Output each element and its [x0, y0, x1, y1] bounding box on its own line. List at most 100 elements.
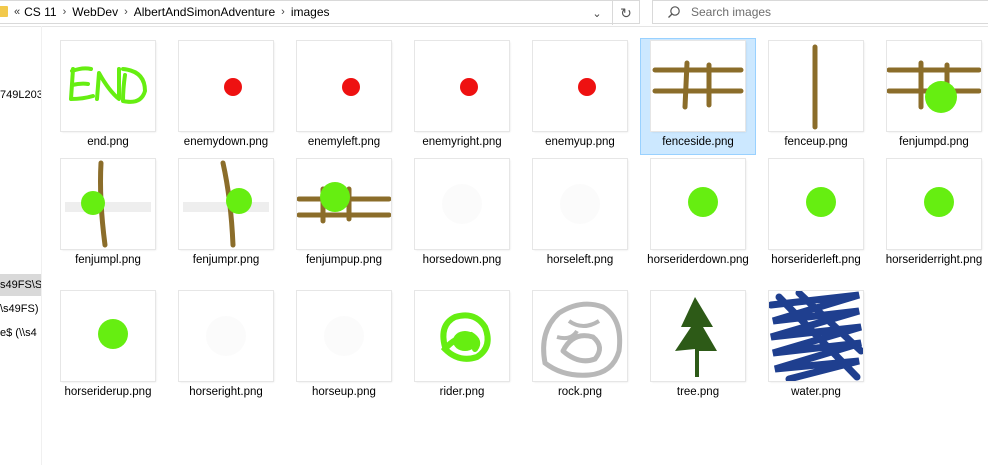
- water-icon: [769, 291, 863, 381]
- overflow-chevron-icon[interactable]: «: [14, 6, 20, 18]
- nav-item[interactable]: \s49FS): [0, 298, 41, 320]
- file-thumbnail: [651, 41, 745, 131]
- file-name: horseriderright.png: [885, 254, 983, 266]
- file-item[interactable]: horseriderright.png: [876, 156, 988, 273]
- fence-jump-up-icon: [297, 182, 391, 224]
- file-name: horseleft.png: [546, 254, 614, 266]
- file-item[interactable]: fenjumpd.png: [876, 38, 988, 155]
- file-name: horseriderleft.png: [771, 254, 861, 266]
- file-thumbnail: [769, 159, 863, 249]
- file-thumbnail: [61, 159, 155, 249]
- file-name: horsedown.png: [422, 254, 502, 266]
- file-item[interactable]: horseleft.png: [522, 156, 638, 273]
- blank-icon: [206, 316, 246, 356]
- file-thumbnail: [179, 291, 273, 381]
- nav-item-selected[interactable]: s49FS\St: [0, 274, 41, 296]
- file-name: fenceside.png: [662, 136, 734, 148]
- file-name: water.png: [791, 386, 841, 398]
- breadcrumb-item-cs11[interactable]: CS 11: [24, 5, 56, 19]
- file-item[interactable]: fenjumpr.png: [168, 156, 284, 273]
- navigation-pane[interactable]: 749L2035 s49FS\St \s49FS) e$ (\\s4: [0, 26, 42, 465]
- file-item[interactable]: horseright.png: [168, 288, 284, 405]
- file-item[interactable]: end.png: [50, 38, 166, 155]
- file-item[interactable]: fenceside.png: [640, 38, 756, 155]
- file-thumbnail: [297, 291, 391, 381]
- file-item[interactable]: horsedown.png: [404, 156, 520, 273]
- file-item[interactable]: horseriderup.png: [50, 288, 166, 405]
- green-dot-icon: [924, 187, 954, 217]
- file-name: enemyup.png: [545, 136, 615, 148]
- rock-icon: [541, 301, 623, 378]
- file-thumbnail: [179, 159, 273, 249]
- file-item[interactable]: horseriderleft.png: [758, 156, 874, 273]
- search-box[interactable]: [652, 0, 988, 24]
- file-item[interactable]: horseriderdown.png: [640, 156, 756, 273]
- file-item[interactable]: fenjumpl.png: [50, 156, 166, 273]
- folder-icon: [0, 6, 8, 17]
- nav-item[interactable]: 749L2035: [0, 84, 41, 106]
- file-item[interactable]: enemyup.png: [522, 38, 638, 155]
- file-name: enemydown.png: [183, 136, 269, 148]
- file-thumbnail: [651, 159, 745, 249]
- nav-item[interactable]: e$ (\\s4: [0, 322, 41, 344]
- breadcrumb-separator-icon[interactable]: ›: [281, 6, 285, 18]
- file-name: fenceup.png: [784, 136, 848, 148]
- file-thumbnail: [415, 41, 509, 131]
- refresh-button[interactable]: ↻: [612, 1, 639, 25]
- file-thumbnail: [651, 291, 745, 381]
- file-name: fenjumpr.png: [192, 254, 260, 266]
- file-thumbnail: [297, 159, 391, 249]
- breadcrumb-separator-icon[interactable]: ›: [63, 6, 67, 18]
- file-thumbnail: [61, 41, 155, 131]
- file-name: enemyleft.png: [307, 136, 381, 148]
- breadcrumb-item-albertandsimonadventure[interactable]: AlbertAndSimonAdventure: [134, 5, 275, 19]
- file-item[interactable]: fenceup.png: [758, 38, 874, 155]
- file-thumbnail: [297, 41, 391, 131]
- green-dot-icon: [98, 319, 128, 349]
- blank-icon: [560, 184, 600, 224]
- file-thumbnail: [887, 159, 981, 249]
- file-name: end.png: [87, 136, 129, 148]
- fence-side-icon: [652, 60, 744, 110]
- file-item[interactable]: water.png: [758, 288, 874, 405]
- file-thumbnail: [533, 291, 627, 381]
- fence-jump-down-icon: [887, 60, 981, 113]
- file-item[interactable]: tree.png: [640, 288, 756, 405]
- file-item[interactable]: rider.png: [404, 288, 520, 405]
- breadcrumb[interactable]: « CS 11 › WebDev › AlbertAndSimonAdventu…: [0, 0, 640, 25]
- file-name: horseup.png: [312, 386, 376, 398]
- file-thumbnail: [179, 41, 273, 131]
- file-name: fenjumpl.png: [75, 254, 141, 266]
- file-thumbnail: [415, 291, 509, 381]
- address-bar: « CS 11 › WebDev › AlbertAndSimonAdventu…: [0, 0, 988, 27]
- file-name: fenjumpd.png: [899, 136, 969, 148]
- file-name: horseright.png: [189, 386, 263, 398]
- rider-icon: [440, 312, 491, 362]
- file-name: horseriderdown.png: [647, 254, 749, 266]
- blank-icon: [324, 316, 364, 356]
- blank-icon: [442, 184, 482, 224]
- search-icon: [668, 6, 680, 18]
- file-name: fenjumpup.png: [305, 254, 383, 266]
- breadcrumb-separator-icon[interactable]: ›: [124, 6, 128, 18]
- file-name: tree.png: [676, 386, 720, 398]
- file-item[interactable]: horseup.png: [286, 288, 402, 405]
- chevron-down-icon[interactable]: ⌄: [585, 4, 609, 22]
- breadcrumb-item-images[interactable]: images: [291, 5, 330, 19]
- file-item[interactable]: fenjumpup.png: [286, 156, 402, 273]
- breadcrumb-item-webdev[interactable]: WebDev: [72, 5, 118, 19]
- file-name: horseriderup.png: [64, 386, 152, 398]
- file-thumbnail: [415, 159, 509, 249]
- file-thumbnail: [769, 291, 863, 381]
- file-thumbnail: [533, 41, 627, 131]
- search-input[interactable]: [689, 4, 973, 20]
- file-item[interactable]: enemyleft.png: [286, 38, 402, 155]
- end-word-icon: [69, 66, 147, 104]
- fence-jump-left-icon: [65, 160, 151, 248]
- file-item[interactable]: enemydown.png: [168, 38, 284, 155]
- file-item[interactable]: rock.png: [522, 288, 638, 405]
- file-thumbnail: [533, 159, 627, 249]
- file-name: rider.png: [439, 386, 485, 398]
- file-thumbnail: [61, 291, 155, 381]
- file-item[interactable]: enemyright.png: [404, 38, 520, 155]
